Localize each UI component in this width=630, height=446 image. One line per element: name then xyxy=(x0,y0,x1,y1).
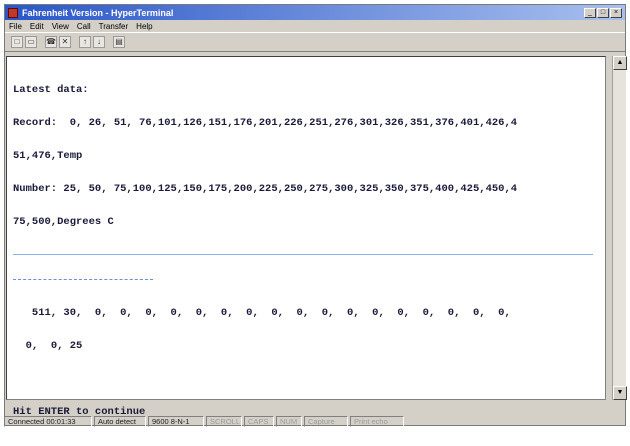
terminal-line: Latest data: xyxy=(13,85,599,96)
title-bar[interactable]: Fahrenheit Version - HyperTerminal _ □ × xyxy=(5,5,625,20)
terminal-line: 75,500,Degrees C xyxy=(13,217,599,228)
close-button[interactable]: × xyxy=(610,8,622,18)
phone-icon[interactable]: ☎ xyxy=(45,36,57,48)
menu-transfer[interactable]: Transfer xyxy=(99,22,129,31)
status-capture: Capture xyxy=(304,416,348,427)
status-num: NUM xyxy=(276,416,302,427)
maximize-button[interactable]: □ xyxy=(597,8,609,18)
disconnect-icon[interactable]: ✕ xyxy=(59,36,71,48)
terminal-text: Latest data: Record: 0, 26, 51, 76,101,1… xyxy=(7,57,605,446)
scroll-up-icon[interactable]: ▲ xyxy=(613,56,627,70)
menu-call[interactable]: Call xyxy=(77,22,91,31)
menu-view[interactable]: View xyxy=(52,22,69,31)
status-baud: 9600 8-N-1 xyxy=(148,416,204,427)
status-caps: CAPS xyxy=(244,416,274,427)
scroll-down-icon[interactable]: ▼ xyxy=(613,386,627,400)
status-print-echo: Print echo xyxy=(350,416,404,427)
terminal-line: Number: 25, 50, 75,100,125,150,175,200,2… xyxy=(13,184,599,195)
new-icon[interactable]: □ xyxy=(11,36,23,48)
status-bar: Connected 00:01:33 Auto detect 9600 8-N-… xyxy=(4,414,616,428)
vertical-scrollbar[interactable]: ▲ ▼ xyxy=(612,56,626,400)
divider xyxy=(13,254,593,255)
menu-file[interactable]: File xyxy=(9,22,22,31)
receive-icon[interactable]: ↓ xyxy=(93,36,105,48)
window-controls: _ □ × xyxy=(584,8,622,18)
send-icon[interactable]: ↑ xyxy=(79,36,91,48)
window-title: Fahrenheit Version - HyperTerminal xyxy=(22,8,584,18)
terminal-line: 511, 30, 0, 0, 0, 0, 0, 0, 0, 0, 0, 0, 0… xyxy=(13,308,599,319)
terminal-line: 51,476,Temp xyxy=(13,151,599,162)
terminal-line: Record: 0, 26, 51, 76,101,126,151,176,20… xyxy=(13,118,599,129)
terminal-output-area[interactable]: Latest data: Record: 0, 26, 51, 76,101,1… xyxy=(6,56,606,400)
menu-help[interactable]: Help xyxy=(136,22,152,31)
terminal-line: 0, 0, 25 xyxy=(13,341,599,352)
properties-icon[interactable]: ▤ xyxy=(113,36,125,48)
menu-bar: File Edit View Call Transfer Help xyxy=(5,20,625,32)
open-icon[interactable]: ▭ xyxy=(25,36,37,48)
status-scroll: SCROLL xyxy=(206,416,242,427)
menu-edit[interactable]: Edit xyxy=(30,22,44,31)
dashed-divider xyxy=(13,279,153,280)
minimize-button[interactable]: _ xyxy=(584,8,596,18)
status-connected: Connected 00:01:33 xyxy=(4,416,92,427)
toolbar: □ ▭ ☎ ✕ ↑ ↓ ▤ xyxy=(5,32,625,52)
status-terminal-type: Auto detect xyxy=(94,416,146,427)
hyperterminal-app-icon[interactable] xyxy=(8,8,18,18)
